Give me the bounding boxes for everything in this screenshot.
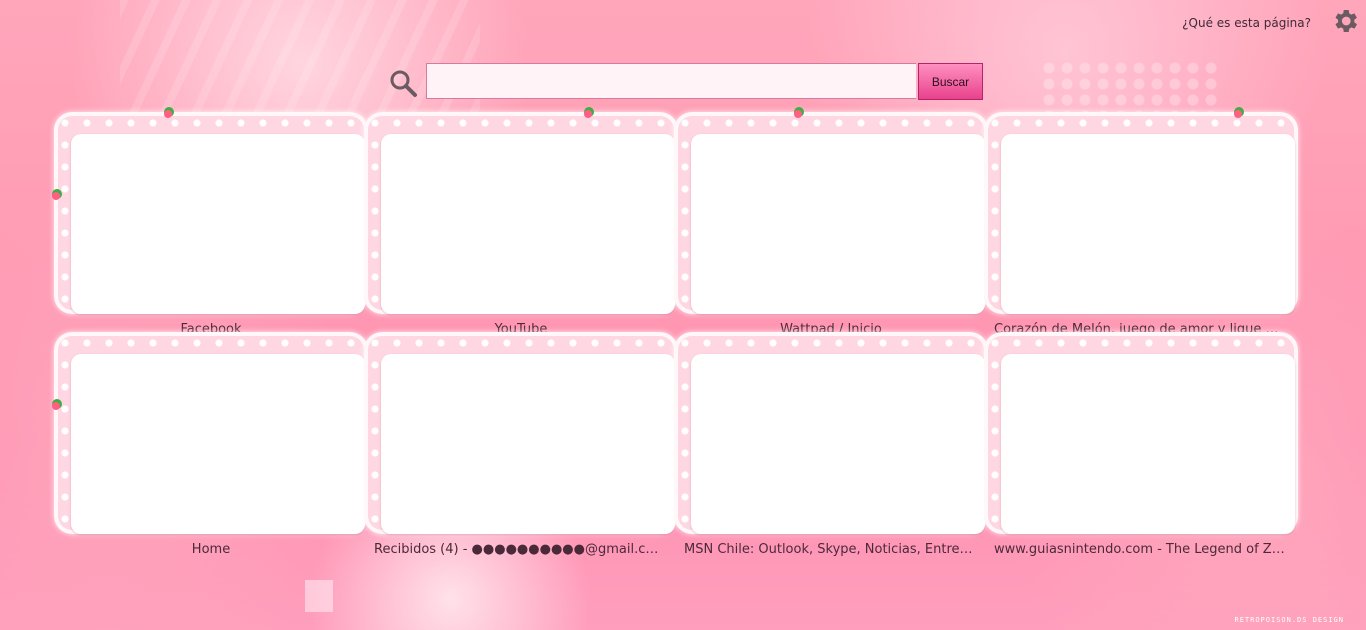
tile-thumbnail[interactable] [1001, 354, 1295, 534]
theme-credit: RETROPOISON.DS DESIGN [1234, 616, 1344, 624]
background-decoration [305, 580, 333, 612]
tile-thumbnail[interactable] [1001, 134, 1295, 314]
most-visited-tile[interactable]: Facebook [52, 110, 368, 337]
most-visited-tile[interactable]: MSN Chile: Outlook, Skype, Noticias, Ent… [674, 332, 988, 557]
tile-thumbnail[interactable] [691, 354, 985, 534]
search-button[interactable]: Buscar [918, 63, 983, 100]
tile-thumbnail[interactable] [381, 134, 675, 314]
tile-title[interactable]: Recibidos (4) - ●●●●●●●●●●@gmail.com - G… [364, 542, 678, 557]
tile-thumbnail[interactable] [71, 134, 365, 314]
tile-thumbnail[interactable] [381, 354, 675, 534]
most-visited-tile[interactable]: Home [52, 332, 368, 557]
search-input[interactable] [426, 63, 916, 99]
background-hexagon-pattern [1040, 60, 1220, 120]
most-visited-tile[interactable]: Recibidos (4) - ●●●●●●●●●●@gmail.com - G… [364, 332, 678, 557]
most-visited-tile[interactable]: www.guiasnintendo.com - The Legend of Ze… [984, 332, 1298, 557]
tile-thumbnail[interactable] [691, 134, 985, 314]
about-page-link[interactable]: ¿Qué es esta página? [1182, 16, 1311, 30]
most-visited-tile[interactable]: YouTube [364, 110, 678, 337]
tile-thumbnail[interactable] [71, 354, 365, 534]
gear-icon[interactable] [1330, 6, 1360, 36]
tile-title[interactable]: Home [54, 542, 368, 557]
most-visited-tile[interactable]: Wattpad / Inicio [674, 110, 988, 337]
tile-title[interactable]: MSN Chile: Outlook, Skype, Noticias, Ent… [674, 542, 988, 557]
search-icon [390, 70, 417, 97]
tile-title[interactable]: www.guiasnintendo.com - The Legend of Ze… [984, 542, 1298, 557]
most-visited-tile[interactable]: Corazón de Melón, juego de amor y ligue … [984, 110, 1298, 337]
